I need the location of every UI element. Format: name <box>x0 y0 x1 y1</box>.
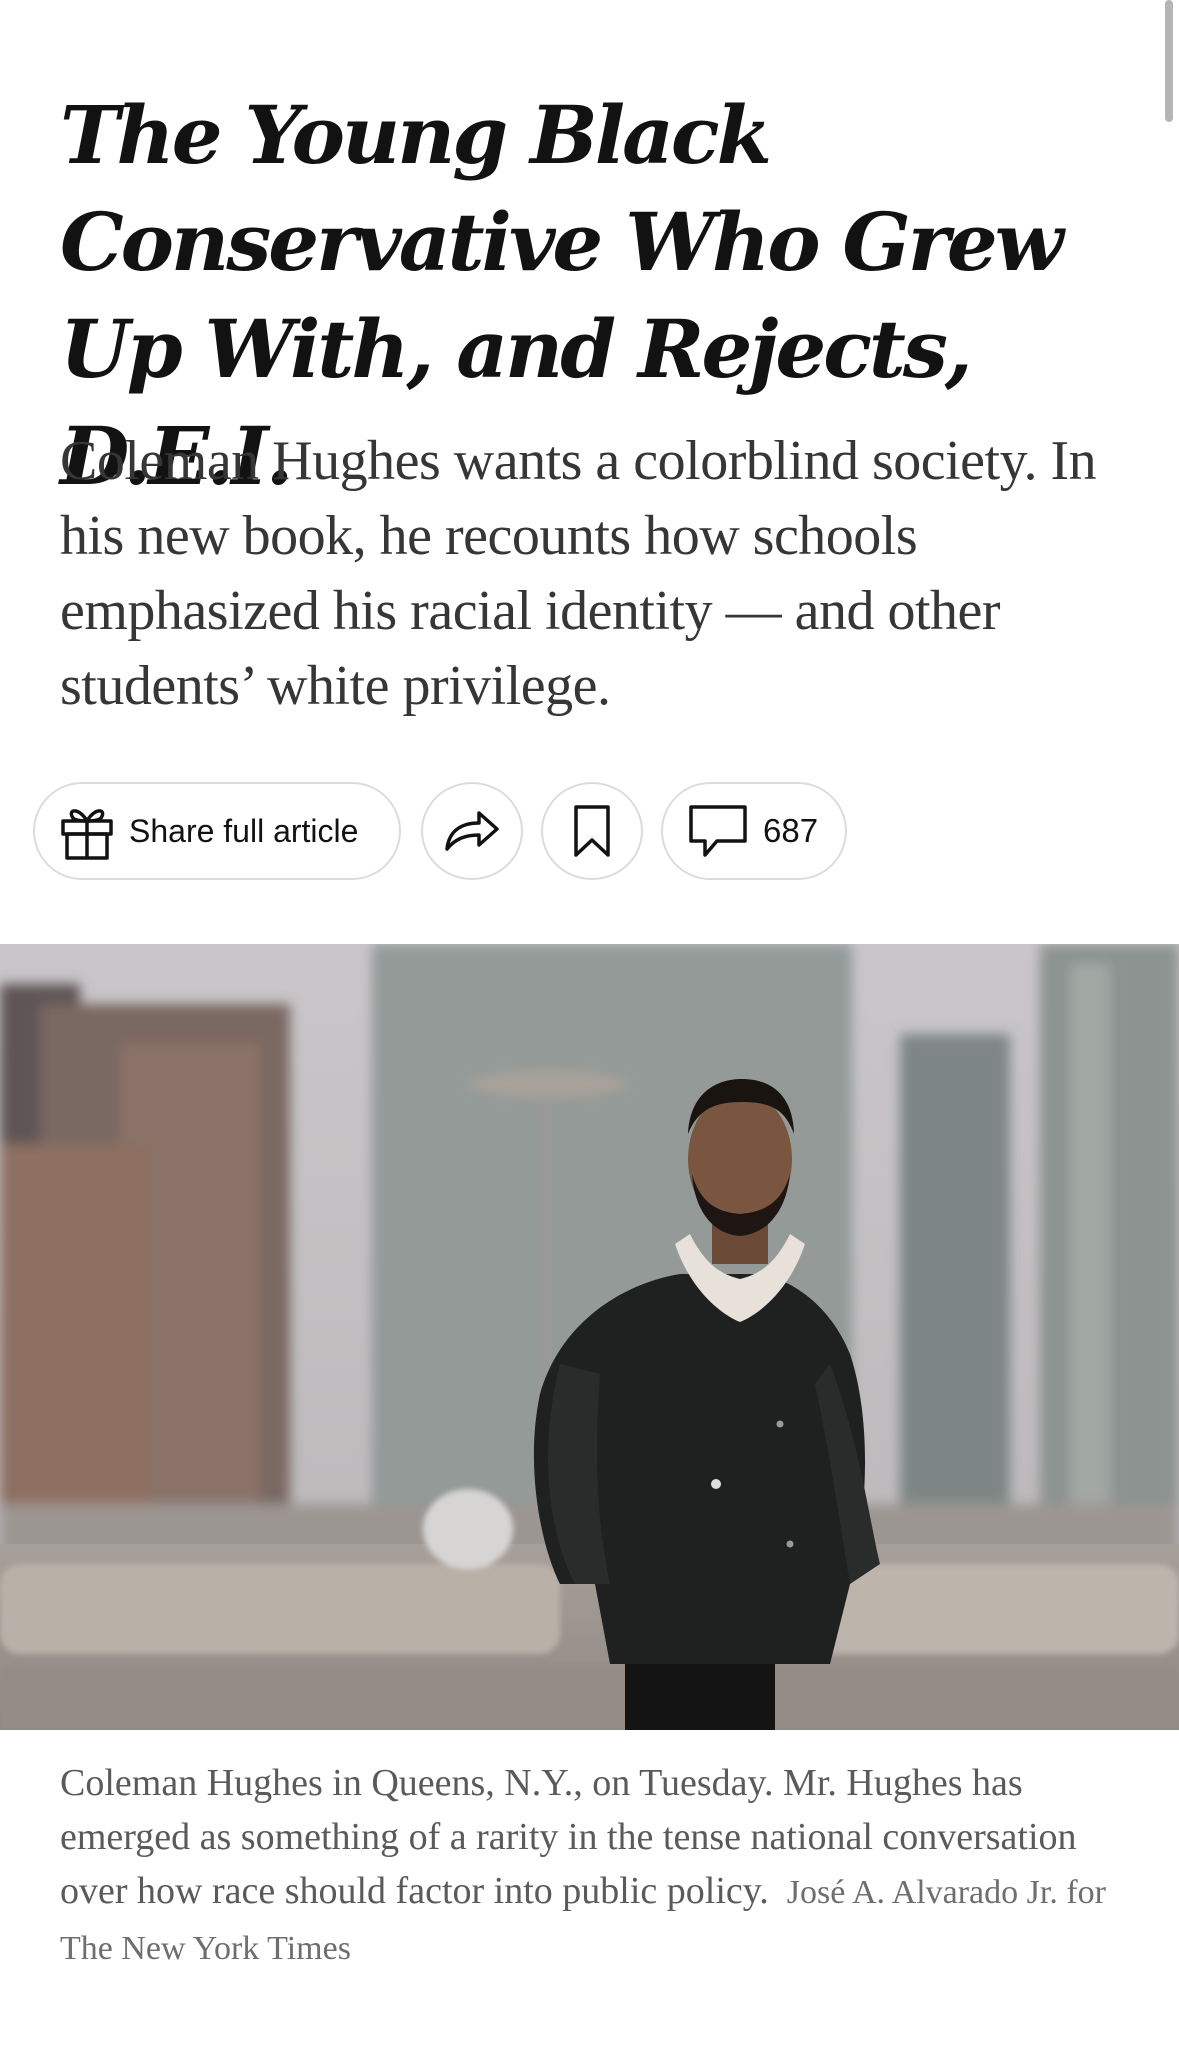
gift-icon <box>59 801 115 861</box>
article-summary: Coleman Hughes wants a colorblind societ… <box>60 430 1097 717</box>
article-photo <box>0 944 1179 1730</box>
save-button[interactable] <box>541 782 643 880</box>
photo-caption: Coleman Hughes in Queens, N.Y., on Tuesd… <box>60 1756 1130 1976</box>
share-full-article-button[interactable]: Share full article <box>33 782 401 880</box>
share-arrow-icon <box>443 809 501 853</box>
share-full-article-label: Share full article <box>129 812 359 849</box>
comments-count: 687 <box>763 812 819 849</box>
share-button[interactable] <box>421 782 523 880</box>
comments-button[interactable]: 687 <box>661 782 847 880</box>
bookmark-icon <box>572 804 612 858</box>
scrollbar[interactable] <box>1165 0 1173 122</box>
comment-bubble-icon <box>687 803 749 859</box>
